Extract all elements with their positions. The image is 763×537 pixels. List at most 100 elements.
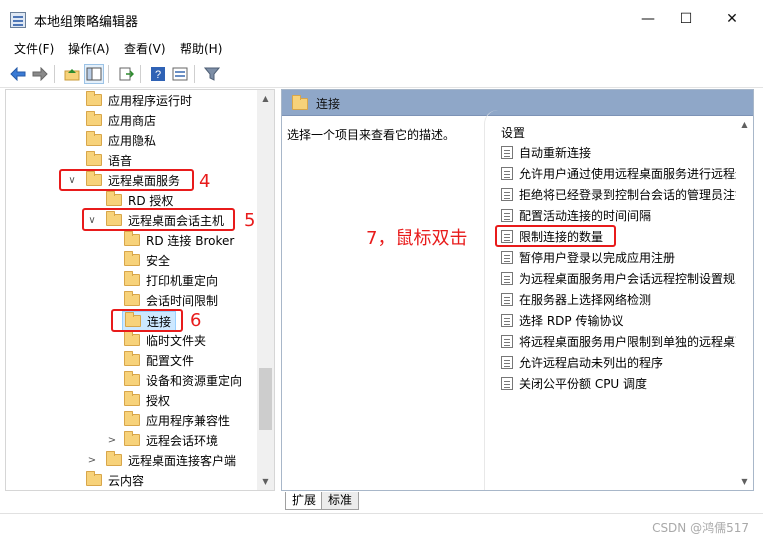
tree-item-label: 应用隐私: [108, 134, 157, 148]
details-title: 连接: [316, 97, 341, 111]
menu-action[interactable]: 操作(A): [68, 40, 110, 57]
setting-item[interactable]: 拒绝将已经登录到控制台会话的管理员注销: [501, 185, 747, 205]
setting-item[interactable]: 为远程桌面服务用户会话远程控制设置规则: [501, 269, 747, 289]
chevron-right-icon[interactable]: >: [106, 431, 118, 451]
setting-item[interactable]: 选择 RDP 传输协议: [501, 311, 623, 331]
help-icon[interactable]: ?: [148, 64, 168, 84]
folder-icon: [106, 211, 122, 226]
tree-item-label: 语音: [108, 154, 133, 168]
tree-item-label: 打印机重定向: [146, 274, 219, 288]
menu-view[interactable]: 查看(V): [124, 40, 166, 57]
tree-item-session-time-limits[interactable]: 会话时间限制: [124, 291, 218, 311]
setting-item[interactable]: 配置活动连接的时间间隔: [501, 206, 651, 226]
tree-item-app-privacy[interactable]: 应用隐私: [86, 131, 156, 151]
folder-icon: [124, 251, 140, 266]
tab-extended[interactable]: 扩展: [285, 492, 324, 510]
tree-item-rd-connection-client[interactable]: > 远程桌面连接客户端: [86, 451, 256, 471]
annotation-label-4: 4: [199, 171, 211, 192]
tab-standard[interactable]: 标准: [321, 492, 360, 510]
setting-label: 为远程桌面服务用户会话远程控制设置规则: [519, 272, 748, 286]
policy-setting-icon: [501, 146, 513, 159]
tree-item-device-redirection[interactable]: 设备和资源重定向: [124, 371, 242, 391]
tree-item-app-runtime[interactable]: 应用程序运行时: [86, 91, 192, 111]
svg-text:?: ?: [155, 69, 161, 81]
setting-item[interactable]: 允许远程启动未列出的程序: [501, 353, 663, 373]
scroll-up-arrow[interactable]: ▲: [736, 116, 753, 133]
folder-icon: [124, 351, 140, 366]
setting-item-limit-connections[interactable]: 限制连接的数量: [501, 227, 603, 247]
show-hide-tree-icon[interactable]: [84, 64, 104, 84]
settings-scrollbar[interactable]: ▲ ▼: [736, 116, 753, 490]
policy-setting-icon: [501, 335, 513, 348]
filter-icon[interactable]: [202, 64, 222, 84]
settings-column-header[interactable]: 设置: [501, 124, 525, 141]
scroll-down-arrow[interactable]: ▼: [257, 473, 274, 490]
setting-label: 允许用户通过使用远程桌面服务进行远程连接: [519, 167, 754, 181]
setting-item[interactable]: 自动重新连接: [501, 143, 591, 163]
toolbar-separator: [194, 65, 195, 83]
policy-setting-icon: [501, 188, 513, 201]
tree-item-rd-licensing[interactable]: RD 授权: [106, 191, 173, 211]
folder-icon: [124, 331, 140, 346]
close-button[interactable]: ✕: [709, 0, 755, 38]
setting-label: 选择 RDP 传输协议: [519, 314, 624, 328]
menu-help[interactable]: 帮助(H): [180, 40, 222, 57]
folder-icon: [86, 471, 102, 486]
maximize-button[interactable]: ☐: [663, 0, 709, 38]
setting-item[interactable]: 暂停用户登录以完成应用注册: [501, 248, 675, 268]
policy-setting-icon: [501, 293, 513, 306]
tree-scrollbar[interactable]: ▲ ▼: [257, 90, 274, 490]
annotation-label-5: 5: [244, 210, 256, 231]
scroll-down-arrow[interactable]: ▼: [736, 473, 753, 490]
tree-item-remote-desktop-services[interactable]: ∨ 远程桌面服务: [66, 171, 180, 191]
tree-item-rd-connection-broker[interactable]: RD 连接 Broker: [124, 231, 234, 251]
policy-setting-icon: [501, 272, 513, 285]
toolbar: ?: [0, 58, 763, 88]
setting-item[interactable]: 将远程桌面服务用户限制到单独的远程桌面服: [501, 332, 753, 352]
scroll-thumb[interactable]: [259, 368, 272, 430]
chevron-down-icon[interactable]: ∨: [66, 171, 78, 191]
up-folder-icon[interactable]: [62, 64, 82, 84]
tree-item-temp-folders[interactable]: 临时文件夹: [124, 331, 206, 351]
setting-label: 允许远程启动未列出的程序: [519, 356, 664, 370]
toolbar-separator: [108, 65, 109, 83]
forward-icon[interactable]: [30, 64, 50, 84]
folder-icon: [106, 451, 122, 466]
title-bar: 本地组策略编辑器 — ☐ ✕: [0, 0, 763, 38]
tree-item-speech[interactable]: 语音: [86, 151, 132, 171]
tree-item-licensing[interactable]: 授权: [124, 391, 170, 411]
tree-item-app-store[interactable]: 应用商店: [86, 111, 156, 131]
tree-item-app-compatibility[interactable]: 应用程序兼容性: [124, 411, 230, 431]
setting-item[interactable]: 在服务器上选择网络检测: [501, 290, 651, 310]
folder-icon: [86, 171, 102, 186]
tree-item-label: RD 授权: [128, 194, 174, 208]
policy-setting-icon: [501, 209, 513, 222]
navigation-tree[interactable]: 应用程序运行时 应用商店 应用隐私 语音 ∨ 远程桌面服务 RD 授权 ∨ 远程…: [5, 89, 275, 491]
gpedit-app-icon: [10, 12, 26, 28]
properties-icon[interactable]: [170, 64, 190, 84]
policy-setting-icon: [501, 377, 513, 390]
tree-item-printer-redirection[interactable]: 打印机重定向: [124, 271, 218, 291]
tree-item-cloud-content[interactable]: 云内容: [86, 471, 144, 490]
folder-icon: [86, 151, 102, 166]
tree-item-connections[interactable]: 连接: [122, 311, 177, 331]
chevron-down-icon[interactable]: ∨: [86, 211, 98, 231]
export-list-icon[interactable]: [116, 64, 136, 84]
tree-item-security[interactable]: 安全: [124, 251, 170, 271]
setting-item[interactable]: 允许用户通过使用远程桌面服务进行远程连接: [501, 164, 754, 184]
tree-item-label: 配置文件: [146, 354, 195, 368]
tree-item-label: 临时文件夹: [146, 334, 207, 348]
menu-file[interactable]: 文件(F): [14, 40, 54, 57]
scroll-up-arrow[interactable]: ▲: [257, 90, 274, 107]
tree-item-remote-session-environment[interactable]: > 远程会话环境: [106, 431, 236, 451]
view-tabs: 扩展 标准: [281, 491, 754, 513]
tree-item-rd-session-host[interactable]: ∨ 远程桌面会话主机: [86, 211, 236, 231]
setting-label: 配置活动连接的时间间隔: [519, 209, 652, 223]
chevron-right-icon[interactable]: >: [86, 451, 98, 471]
policy-setting-icon: [501, 314, 513, 327]
folder-icon: [124, 391, 140, 406]
setting-item[interactable]: 关闭公平份额 CPU 调度: [501, 374, 647, 394]
tree-item-profiles[interactable]: 配置文件: [124, 351, 194, 371]
back-icon[interactable]: [8, 64, 28, 84]
setting-label: 暂停用户登录以完成应用注册: [519, 251, 676, 265]
